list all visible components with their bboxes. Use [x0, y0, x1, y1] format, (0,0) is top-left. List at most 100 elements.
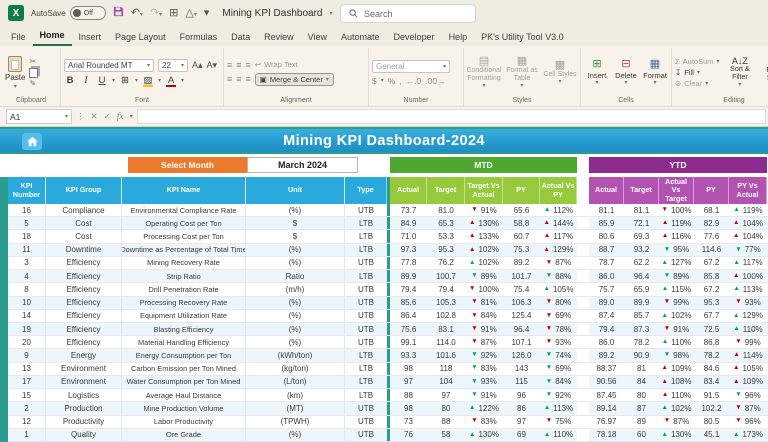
- cell-kpi-name[interactable]: Downtime as Percentage of Total Time: [122, 244, 246, 256]
- column-header[interactable]: Actual Vs PY: [540, 177, 577, 204]
- cell-ytd-actual-vs-target[interactable]: ▲130%: [659, 429, 694, 441]
- cell-ytd-py-vs-actual[interactable]: ▲105%: [729, 363, 767, 375]
- cell-mtd-target-vs-actual[interactable]: ▲102%: [465, 244, 503, 256]
- autosave-toggle[interactable]: Off: [70, 6, 106, 20]
- cell-mtd-py[interactable]: 97: [503, 416, 540, 428]
- cell-ytd-py[interactable]: 77.6: [694, 230, 729, 242]
- formula-input[interactable]: [137, 109, 766, 124]
- cell-mtd-py[interactable]: 106.3: [503, 297, 540, 309]
- undo-button[interactable]: ↶▾: [131, 8, 143, 19]
- clear-button[interactable]: ⊘ Clear ▾: [675, 79, 720, 88]
- cell-ytd-py-vs-actual[interactable]: ▲129%: [729, 310, 767, 322]
- cell-kpi-number[interactable]: 10: [8, 297, 46, 309]
- cancel-icon[interactable]: ✕: [91, 111, 98, 122]
- cell-mtd-target[interactable]: 80: [427, 402, 465, 414]
- cell-kpi-number[interactable]: 4: [8, 270, 46, 282]
- cell-kpi-name[interactable]: Average Haul Distance: [122, 389, 246, 401]
- menu-tab-review[interactable]: Review: [257, 29, 301, 46]
- cell-ytd-target[interactable]: 87.3: [624, 323, 659, 335]
- select-month-button[interactable]: Select Month: [128, 157, 247, 173]
- find-select-button[interactable]: Find & Select▾: [760, 55, 768, 89]
- cell-ytd-py-vs-actual[interactable]: ▼77%: [729, 244, 767, 256]
- cell-unit[interactable]: (kWh/ton): [246, 349, 345, 361]
- cell-ytd-actual-vs-target[interactable]: ▲119%: [659, 217, 694, 229]
- cell-mtd-actual-vs-py[interactable]: ▲113%: [540, 402, 577, 414]
- cell-type[interactable]: LTB: [345, 244, 387, 256]
- cell-ytd-py[interactable]: 84.6: [694, 363, 729, 375]
- cell-ytd-py-vs-actual[interactable]: ▲100%: [729, 270, 767, 282]
- cell-type[interactable]: UTB: [345, 429, 387, 441]
- redo-button[interactable]: ↷▾: [150, 8, 162, 19]
- cell-ytd-py-vs-actual[interactable]: ▲109%: [729, 376, 767, 388]
- menu-tab-help[interactable]: Help: [442, 29, 475, 46]
- cell-styles-button[interactable]: ▩ Cell Styles▾: [543, 59, 577, 87]
- cell-unit[interactable]: (L/ton): [246, 376, 345, 388]
- column-header[interactable]: Target Vs Actual: [465, 177, 503, 204]
- percent-icon[interactable]: %: [388, 76, 396, 86]
- cell-mtd-target[interactable]: 104: [427, 376, 465, 388]
- menu-tab-developer[interactable]: Developer: [387, 29, 442, 46]
- cell-mtd-py[interactable]: 143: [503, 363, 540, 375]
- cell-ytd-py-vs-actual[interactable]: ▼87%: [729, 402, 767, 414]
- number-format-select[interactable]: General▾: [372, 60, 450, 73]
- cell-ytd-py[interactable]: 91.5: [694, 389, 729, 401]
- cell-mtd-actual-vs-py[interactable]: ▲144%: [540, 217, 577, 229]
- currency-icon[interactable]: $: [372, 76, 377, 86]
- cell-kpi-number[interactable]: 20: [8, 336, 46, 348]
- cell-mtd-actual-vs-py[interactable]: ▼88%: [540, 270, 577, 282]
- cell-mtd-actual-vs-py[interactable]: ▼87%: [540, 257, 577, 269]
- format-cells-button[interactable]: ▦ Format▾: [643, 58, 668, 87]
- cell-kpi-group[interactable]: Downtime: [46, 244, 122, 256]
- increase-font-icon[interactable]: A▴: [192, 60, 203, 71]
- cell-kpi-group[interactable]: Efficiency: [46, 310, 122, 322]
- column-header[interactable]: PY Vs Actual: [729, 177, 767, 204]
- cell-type[interactable]: LTB: [345, 349, 387, 361]
- cell-ytd-py[interactable]: 78.2: [694, 349, 729, 361]
- cell-ytd-py-vs-actual[interactable]: ▲119%: [729, 204, 767, 216]
- cell-ytd-actual[interactable]: 79.4: [589, 323, 624, 335]
- align-left-icon[interactable]: ≡: [227, 74, 232, 84]
- save-icon[interactable]: [113, 4, 124, 22]
- cell-mtd-actual-vs-py[interactable]: ▲129%: [540, 244, 577, 256]
- cell-ytd-py-vs-actual[interactable]: ▲113%: [729, 283, 767, 295]
- cell-kpi-group[interactable]: Efficiency: [46, 257, 122, 269]
- cell-ytd-py-vs-actual[interactable]: ▲104%: [729, 230, 767, 242]
- cell-mtd-py[interactable]: 60.7: [503, 230, 540, 242]
- cell-kpi-group[interactable]: Environment: [46, 363, 122, 375]
- cell-unit[interactable]: (km): [246, 389, 345, 401]
- cell-kpi-number[interactable]: 13: [8, 363, 46, 375]
- underline-button[interactable]: U: [96, 75, 108, 86]
- cell-ytd-py[interactable]: 80.5: [694, 416, 729, 428]
- autosum-button[interactable]: Σ AutoSum ▾: [675, 57, 720, 66]
- cell-mtd-target-vs-actual[interactable]: ▲130%: [465, 217, 503, 229]
- cell-type[interactable]: LTB: [345, 270, 387, 282]
- cell-ytd-actual-vs-target[interactable]: ▼100%: [659, 204, 694, 216]
- format-painter-icon[interactable]: ✎: [29, 80, 38, 88]
- menu-tab-view[interactable]: View: [301, 29, 334, 46]
- cell-mtd-target-vs-actual[interactable]: ▼91%: [465, 204, 503, 216]
- cell-mtd-target[interactable]: 79.4: [427, 283, 465, 295]
- cell-type[interactable]: UTB: [345, 416, 387, 428]
- cell-unit[interactable]: (m/h): [246, 283, 345, 295]
- cell-ytd-actual-vs-target[interactable]: ▼95%: [659, 244, 694, 256]
- cell-mtd-actual[interactable]: 89.9: [390, 270, 427, 282]
- cell-mtd-py[interactable]: 65.6: [503, 204, 540, 216]
- cell-mtd-actual[interactable]: 76: [390, 429, 427, 441]
- cell-mtd-target-vs-actual[interactable]: ▼93%: [465, 376, 503, 388]
- cell-mtd-actual[interactable]: 86.4: [390, 310, 427, 322]
- decrease-decimal-icon[interactable]: .00→: [425, 76, 445, 86]
- cell-kpi-group[interactable]: Quality: [46, 429, 122, 441]
- cell-ytd-py-vs-actual[interactable]: ▲173%: [729, 429, 767, 441]
- cell-ytd-actual-vs-target[interactable]: ▼91%: [659, 323, 694, 335]
- cell-unit[interactable]: (kg/ton): [246, 363, 345, 375]
- shapes-quick-icon[interactable]: △▾: [185, 8, 196, 19]
- cell-type[interactable]: LTB: [345, 389, 387, 401]
- cell-kpi-name[interactable]: Mining Recovery Rate: [122, 257, 246, 269]
- cell-mtd-py[interactable]: 75.3: [503, 244, 540, 256]
- cell-kpi-group[interactable]: Efficiency: [46, 323, 122, 335]
- cell-mtd-py[interactable]: 101.7: [503, 270, 540, 282]
- cell-ytd-target[interactable]: 81.1: [624, 204, 659, 216]
- cell-mtd-actual-vs-py[interactable]: ▲112%: [540, 204, 577, 216]
- cell-kpi-group[interactable]: Efficiency: [46, 283, 122, 295]
- cell-kpi-number[interactable]: 15: [8, 389, 46, 401]
